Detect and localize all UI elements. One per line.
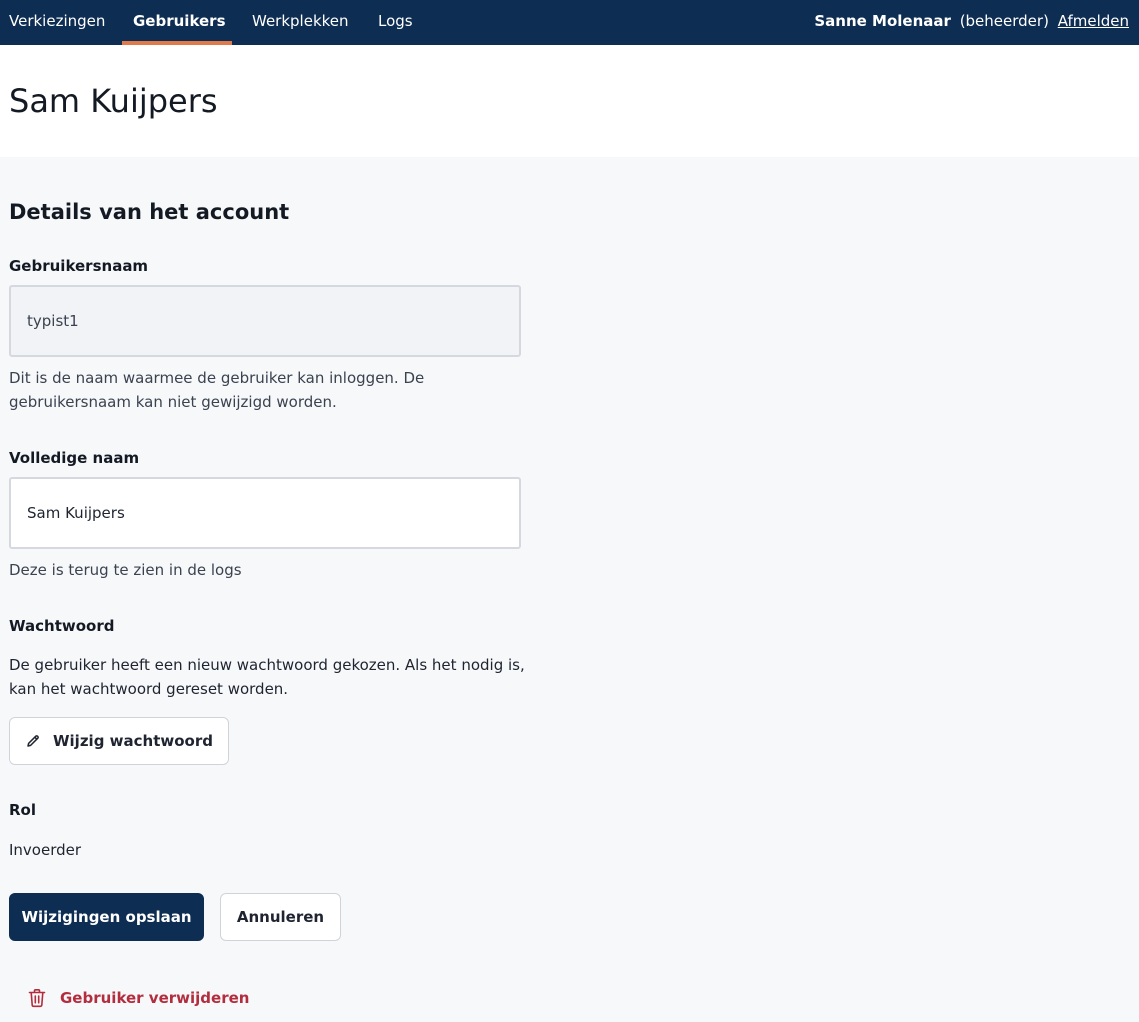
nav-item-werkplekken[interactable]: Werkplekken bbox=[252, 0, 349, 45]
username-input[interactable] bbox=[9, 285, 521, 357]
role-value: Invoerder bbox=[9, 841, 82, 859]
user-area: Sanne Molenaar (beheerder) Afmelden bbox=[814, 0, 1129, 45]
fullname-label: Volledige naam bbox=[9, 449, 140, 467]
page-title: Sam Kuijpers bbox=[9, 82, 218, 120]
top-navigation-bar: Verkiezingen Gebruikers Werkplekken Logs… bbox=[0, 0, 1139, 45]
cancel-button[interactable]: Annuleren bbox=[220, 893, 341, 941]
user-name: Sanne Molenaar bbox=[814, 12, 951, 30]
nav-item-verkiezingen[interactable]: Verkiezingen bbox=[9, 0, 105, 45]
user-role: (beheerder) bbox=[959, 12, 1049, 30]
section-title: Details van het account bbox=[9, 200, 290, 224]
username-label: Gebruikersnaam bbox=[9, 257, 149, 275]
change-password-label: Wijzig wachtwoord bbox=[53, 732, 213, 750]
password-info: De gebruiker heeft een nieuw wachtwoord … bbox=[9, 656, 525, 698]
pencil-icon bbox=[25, 733, 41, 749]
account-details-form: Details van het account Gebruikersnaam D… bbox=[0, 157, 1139, 1022]
nav-item-logs[interactable]: Logs bbox=[378, 0, 413, 45]
delete-user-button[interactable]: Gebruiker verwijderen bbox=[28, 986, 249, 1010]
username-hint: Dit is de naam waarmee de gebruiker kan … bbox=[9, 369, 425, 411]
fullname-input[interactable] bbox=[9, 477, 521, 549]
nav-item-gebruikers[interactable]: Gebruikers bbox=[133, 0, 226, 45]
role-label: Rol bbox=[9, 801, 36, 819]
save-button[interactable]: Wijzigingen opslaan bbox=[9, 893, 204, 941]
logout-link[interactable]: Afmelden bbox=[1058, 12, 1129, 30]
password-label: Wachtwoord bbox=[9, 617, 115, 635]
delete-user-label: Gebruiker verwijderen bbox=[60, 989, 250, 1007]
page-header: Sam Kuijpers bbox=[0, 45, 1139, 157]
fullname-hint: Deze is terug te zien in de logs bbox=[9, 561, 242, 579]
trash-icon bbox=[28, 988, 46, 1008]
change-password-button[interactable]: Wijzig wachtwoord bbox=[9, 717, 229, 765]
